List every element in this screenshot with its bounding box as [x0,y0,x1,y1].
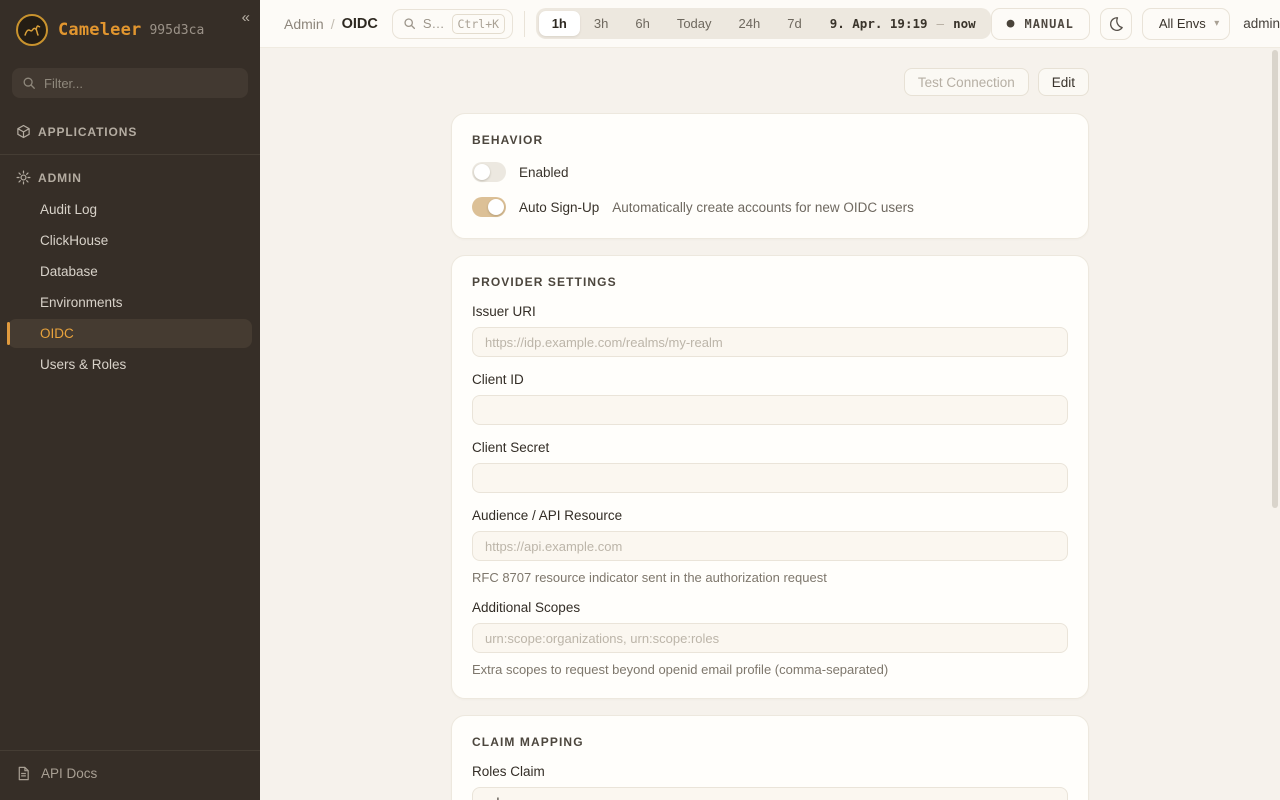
card-title: PROVIDER SETTINGS [472,275,1068,289]
env-select[interactable]: All Envs ▾ [1142,8,1230,40]
sidebar-item-clickhouse[interactable]: ClickHouse [8,226,252,255]
additional-scopes-input[interactable] [472,623,1068,653]
range-3h[interactable]: 3h [581,11,621,36]
sidebar-collapse-icon[interactable]: « [242,10,250,25]
user-menu[interactable]: admin [1243,16,1280,31]
toggle-label: Enabled [519,165,569,180]
range-6h[interactable]: 6h [622,11,662,36]
range-7d[interactable]: 7d [774,11,814,36]
moon-icon [1108,16,1124,32]
breadcrumb-separator: / [331,16,335,32]
enabled-toggle[interactable] [472,162,506,182]
edit-button[interactable]: Edit [1038,68,1089,96]
field-label: Issuer URI [472,304,1068,319]
card-title: BEHAVIOR [472,133,1068,147]
auto-signup-toggle-row: Auto Sign-Up Automatically create accoun… [472,197,1068,217]
behavior-card: BEHAVIOR Enabled Auto Sign-Up Automatica… [451,113,1089,239]
sidebar-divider [0,154,260,155]
field-label: Client ID [472,372,1068,387]
brand-name: Cameleer [58,20,141,40]
field-label: Audience / API Resource [472,508,1068,523]
topbar: Admin / OIDC S… Ctrl+K 1h 3h 6h Today 24… [260,0,1280,48]
api-docs-label: API Docs [41,766,97,781]
field-label: Client Secret [472,440,1068,455]
search-shortcut-badge: Ctrl+K [452,14,506,34]
section-label: ADMIN [38,171,82,185]
field-help: RFC 8707 resource indicator sent in the … [472,570,1068,585]
audience-input[interactable] [472,531,1068,561]
page-content: Test Connection Edit BEHAVIOR Enabled Au… [260,48,1280,800]
brand-version: 995d3ca [149,23,204,38]
breadcrumb-admin[interactable]: Admin [284,16,324,32]
sidebar-header: Cameleer 995d3ca « [0,0,260,58]
gear-icon [16,170,31,185]
search-icon [22,76,36,90]
toggle-label: Auto Sign-Up [519,200,599,215]
breadcrumb-current: OIDC [342,16,378,32]
sidebar-filter[interactable] [12,68,248,98]
field-label: Roles Claim [472,764,1068,779]
time-range-display[interactable]: 9. Apr. 19:19 — now [816,16,988,31]
enabled-toggle-row: Enabled [472,162,1068,182]
range-1h[interactable]: 1h [539,11,580,36]
search-hint: S… [423,16,445,31]
time-to: now [953,16,976,31]
box-icon [16,124,31,139]
roles-claim-input[interactable] [472,787,1068,800]
camel-logo-icon [16,14,48,46]
sidebar-section-applications[interactable]: APPLICATIONS [0,118,260,145]
time-from: 9. Apr. 19:19 [830,16,928,31]
search-icon [403,17,416,30]
time-dash: — [937,16,945,31]
sidebar-item-audit-log[interactable]: Audit Log [8,195,252,224]
filter-input[interactable] [44,76,238,91]
env-select-value: All Envs [1159,16,1206,31]
auto-signup-toggle[interactable] [472,197,506,217]
api-docs-link[interactable]: API Docs [0,750,260,800]
theme-toggle-button[interactable] [1100,8,1132,40]
issuer-uri-input[interactable] [472,327,1068,357]
sidebar-section-admin[interactable]: ADMIN [0,164,260,191]
field-help: Extra scopes to request beyond openid em… [472,662,1068,677]
topbar-divider [524,11,525,37]
breadcrumb: Admin / OIDC [284,16,378,32]
client-secret-input[interactable] [472,463,1068,493]
card-title: CLAIM MAPPING [472,735,1068,749]
document-icon [16,766,31,781]
section-label: APPLICATIONS [38,125,137,139]
refresh-mode-label: MANUAL [1024,17,1073,31]
sidebar-nav: APPLICATIONS ADMIN Audit Log ClickHouse … [0,118,260,381]
global-search-button[interactable]: S… Ctrl+K [392,9,513,39]
sidebar-item-oidc[interactable]: OIDC [8,319,252,348]
chevron-down-icon: ▾ [1214,18,1219,29]
provider-settings-card: PROVIDER SETTINGS Issuer URI Client ID C… [451,255,1089,699]
sidebar-item-database[interactable]: Database [8,257,252,286]
claim-mapping-card: CLAIM MAPPING Roles Claim [451,715,1089,800]
page-actions: Test Connection Edit [451,68,1089,96]
range-24h[interactable]: 24h [726,11,774,36]
toggle-knob [474,164,490,180]
main-area: Admin / OIDC S… Ctrl+K 1h 3h 6h Today 24… [260,0,1280,800]
refresh-mode-button[interactable]: ● MANUAL [991,8,1090,40]
admin-nav-items: Audit Log ClickHouse Database Environmen… [0,195,260,379]
status-dot: ● [1007,16,1016,31]
client-id-input[interactable] [472,395,1068,425]
sidebar-item-environments[interactable]: Environments [8,288,252,317]
field-label: Additional Scopes [472,600,1068,615]
toggle-description: Automatically create accounts for new OI… [612,200,914,215]
toggle-knob [488,199,504,215]
scrollbar[interactable] [1272,50,1278,508]
sidebar-item-users-roles[interactable]: Users & Roles [8,350,252,379]
range-today[interactable]: Today [664,11,725,36]
sidebar: Cameleer 995d3ca « APPLICATIONS ADMIN Au… [0,0,260,800]
time-range-segmented: 1h 3h 6h Today 24h 7d 9. Apr. 19:19 — no… [536,8,991,39]
test-connection-button[interactable]: Test Connection [904,68,1029,96]
